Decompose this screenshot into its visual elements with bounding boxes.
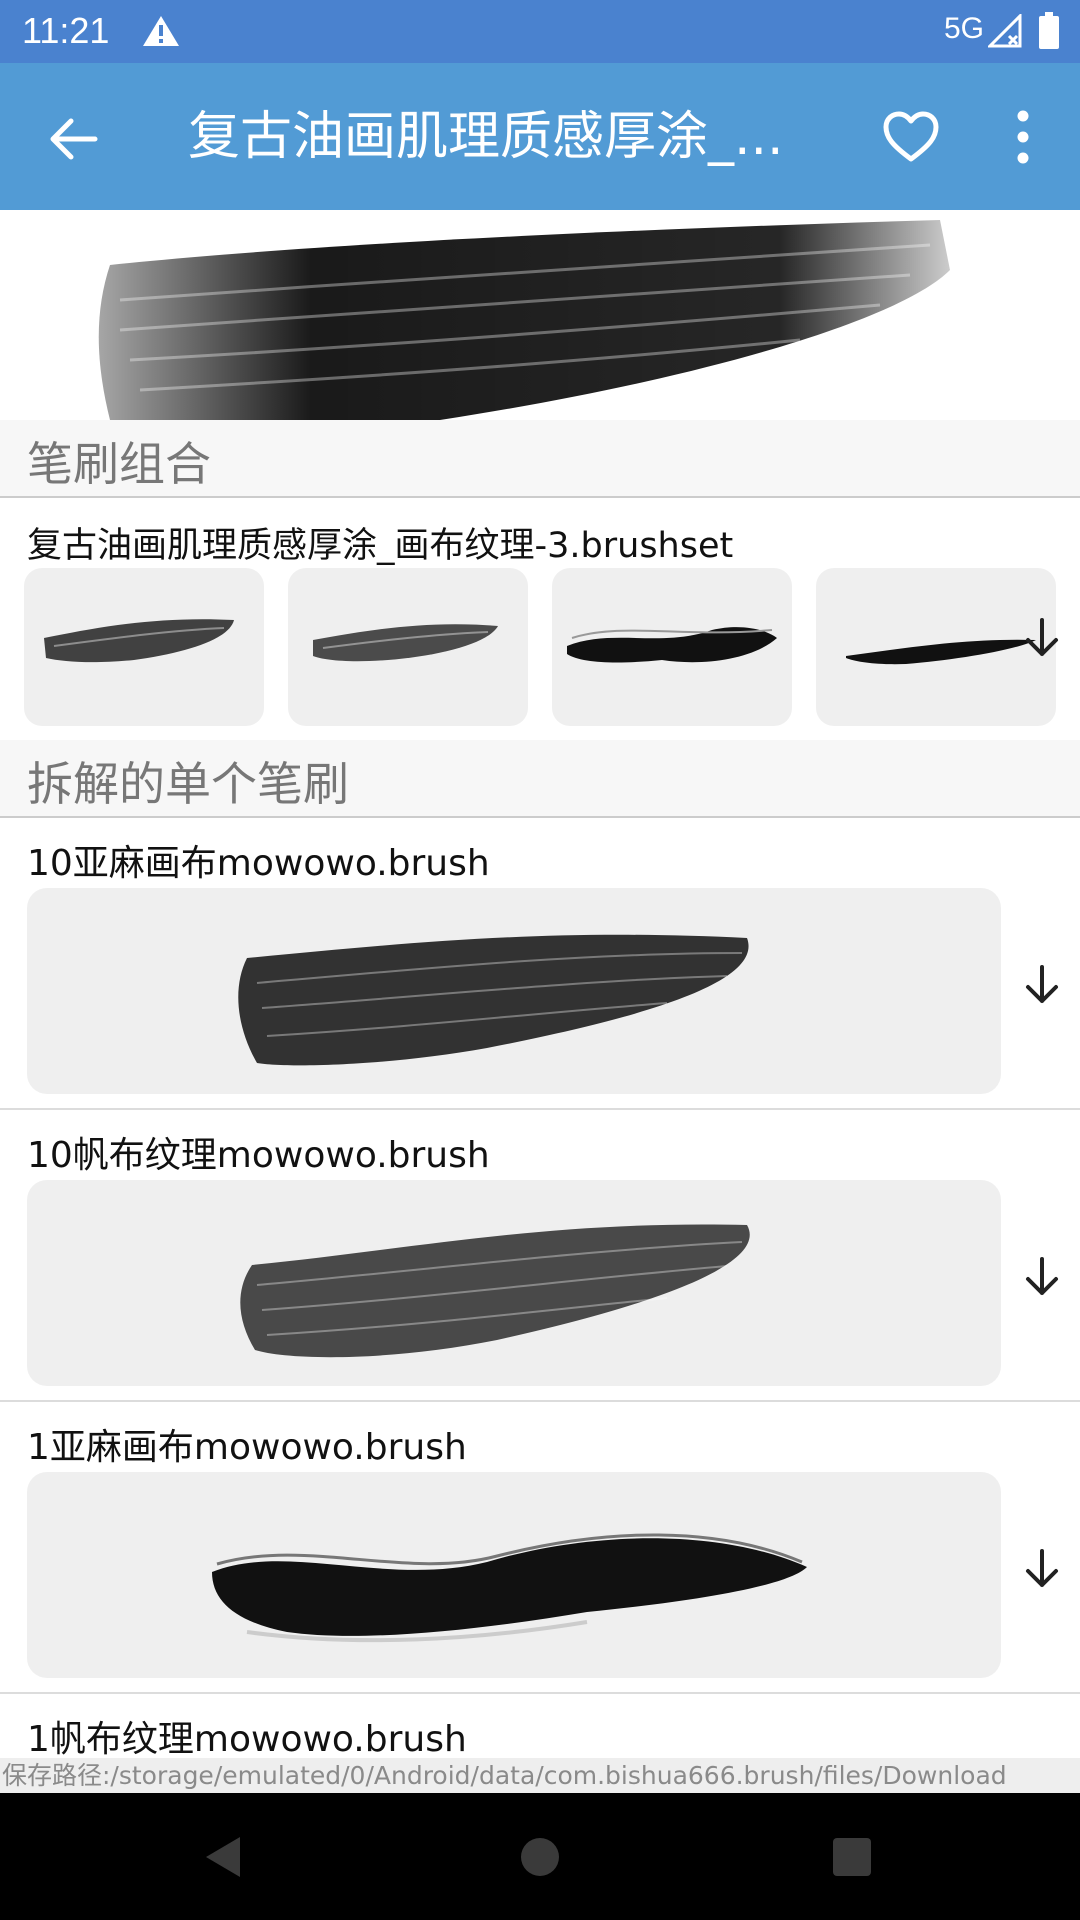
- system-nav-bar: [0, 1793, 1080, 1920]
- brush-preview: [27, 888, 1001, 1094]
- brushset-thumbnail[interactable]: [288, 568, 528, 726]
- app-bar: 复古油画肌理质感厚涂_...: [0, 63, 1080, 210]
- status-bar: 11:21 5G: [0, 0, 1080, 63]
- brush-name: 10帆布纹理mowowo.brush: [27, 1135, 490, 1176]
- more-vert-icon[interactable]: [1008, 107, 1038, 167]
- save-path-text: 保存路径:/storage/emulated/0/Android/data/co…: [0, 1758, 1080, 1793]
- download-icon[interactable]: [1020, 1255, 1064, 1299]
- brushset-thumbnail[interactable]: [552, 568, 792, 726]
- section-header-combo: 笔刷组合: [0, 420, 1080, 498]
- brushset-file-name: 复古油画肌理质感厚涂_画布纹理-3.brushset: [27, 526, 734, 566]
- brushset-thumbnail[interactable]: [24, 568, 264, 726]
- section-title: 笔刷组合: [27, 437, 211, 491]
- brush-name: 1亚麻画布mowowo.brush: [27, 1427, 467, 1468]
- status-time: 11:21: [22, 10, 110, 51]
- battery-icon: [1039, 12, 1059, 49]
- nav-recents-icon[interactable]: [828, 1833, 876, 1881]
- brush-list-item[interactable]: 10亚麻画布mowowo.brush: [0, 818, 1080, 1110]
- nav-home-icon[interactable]: [516, 1833, 564, 1881]
- warning-icon: [143, 16, 179, 46]
- download-icon[interactable]: [1020, 963, 1064, 1007]
- signal-icon: [988, 14, 1022, 48]
- page-title: 复古油画肌理质感厚涂_...: [188, 107, 784, 167]
- nav-back-icon[interactable]: [200, 1833, 248, 1881]
- brush-list-item[interactable]: 1帆布纹理mowowo.brush: [0, 1694, 1080, 1758]
- brush-list-item[interactable]: 1亚麻画布mowowo.brush: [0, 1402, 1080, 1694]
- back-arrow-icon[interactable]: [45, 111, 101, 167]
- download-icon[interactable]: [1020, 1547, 1064, 1591]
- brush-preview: [27, 1180, 1001, 1386]
- hero-brush-preview: [0, 210, 1080, 420]
- hero-stroke-image: [98, 220, 950, 420]
- heart-icon[interactable]: [882, 109, 940, 167]
- brush-list-item[interactable]: 10帆布纹理mowowo.brush: [0, 1110, 1080, 1402]
- brush-name: 1帆布纹理mowowo.brush: [27, 1719, 467, 1758]
- download-icon[interactable]: [1020, 616, 1064, 660]
- network-type: 5G: [944, 12, 985, 45]
- section-title: 拆解的单个笔刷: [27, 757, 349, 811]
- section-header-singles: 拆解的单个笔刷: [0, 740, 1080, 818]
- brush-preview: [27, 1472, 1001, 1678]
- brush-name: 10亚麻画布mowowo.brush: [27, 843, 490, 884]
